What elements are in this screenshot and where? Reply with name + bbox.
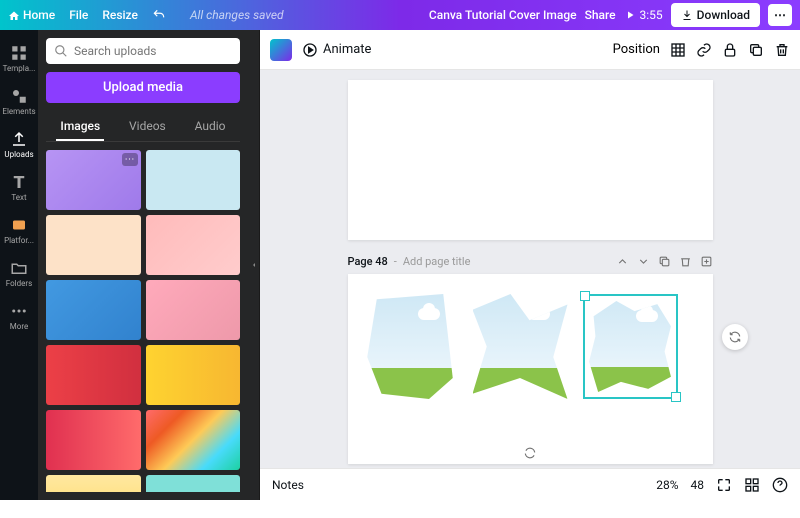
delete-page-icon[interactable] [679,255,692,268]
top-menu-bar: Home File Resize All changes saved Canva… [0,0,800,30]
download-button[interactable]: Download [671,3,760,27]
link-icon[interactable] [696,42,712,58]
upload-thumb[interactable] [46,280,141,340]
fullscreen-icon[interactable] [716,477,732,493]
upload-thumb[interactable] [146,475,241,492]
rail-templates[interactable]: Templa... [0,38,38,79]
rail-uploads[interactable]: Uploads [0,124,38,165]
canvas-page-active[interactable] [348,274,713,464]
position-button[interactable]: Position [613,42,660,57]
rail-more[interactable]: More [0,296,38,337]
present-button[interactable]: 3:55 [624,8,663,22]
zoom-level[interactable]: 28% [656,478,678,492]
image-frame-selected[interactable] [583,294,678,399]
media-tabs: Images Videos Audio [46,113,240,142]
refresh-button[interactable] [722,324,748,350]
tab-videos[interactable]: Videos [125,113,170,141]
canvas-scroll[interactable]: Page 48 - Add page title [260,70,800,468]
color-swatch[interactable] [270,39,292,61]
notes-button[interactable]: Notes [272,478,304,492]
upload-thumb[interactable] [146,345,241,405]
search-input-wrapper[interactable] [46,38,240,64]
rail-platform[interactable]: Platfor... [0,210,38,251]
upload-thumb[interactable] [146,150,241,210]
chevron-down-icon[interactable] [637,255,650,268]
uploads-grid[interactable]: ⋯ [46,150,240,492]
upload-thumb[interactable] [46,410,141,470]
canvas-toolbar: Animate Position [260,30,800,70]
save-status: All changes saved [190,8,284,22]
upload-thumb[interactable] [46,215,141,275]
tab-audio[interactable]: Audio [191,113,230,141]
image-frame[interactable] [363,294,458,399]
upload-thumb[interactable] [46,475,141,492]
image-frame[interactable] [473,294,568,399]
left-rail: Templa... Elements Uploads Text Platfor.… [0,30,38,500]
help-icon[interactable] [772,477,788,493]
chevron-up-icon[interactable] [616,255,629,268]
home-button[interactable]: Home [8,8,55,22]
tab-images[interactable]: Images [56,113,104,141]
home-label: Home [23,8,55,22]
share-button[interactable]: Share [585,8,616,22]
search-input[interactable] [74,44,232,58]
rail-elements[interactable]: Elements [0,81,38,122]
upload-thumb[interactable] [146,410,241,470]
page-number: Page 48 [348,255,388,268]
panel-collapse-button[interactable] [248,30,260,500]
rail-folders[interactable]: Folders [0,253,38,294]
footer-bar: Notes 28% 48 [260,468,800,500]
more-menu-button[interactable]: ⋯ [768,4,792,26]
upload-thumb[interactable] [46,345,141,405]
trash-icon[interactable] [774,42,790,58]
time-label: 3:55 [640,8,663,22]
upload-thumb[interactable] [146,215,241,275]
document-title[interactable]: Canva Tutorial Cover Image [429,8,577,22]
upload-thumb[interactable] [146,280,241,340]
download-label: Download [697,8,750,22]
page-count-label[interactable]: 48 [691,478,705,492]
resize-menu[interactable]: Resize [102,8,138,22]
upload-thumb[interactable]: ⋯ [46,150,141,210]
rail-text[interactable]: Text [0,167,38,208]
file-menu[interactable]: File [69,8,88,22]
duplicate-page-icon[interactable] [658,255,671,268]
animate-button[interactable]: Animate [302,42,371,58]
upload-media-button[interactable]: Upload media [46,72,240,103]
add-page-icon[interactable] [700,255,713,268]
duplicate-icon[interactable] [748,42,764,58]
uploads-panel: Upload media Images Videos Audio ⋯ [38,30,248,500]
lock-icon[interactable] [722,42,738,58]
canvas-area: Animate Position Page 48 - Add page titl… [260,30,800,500]
thumb-menu-icon[interactable]: ⋯ [122,153,138,166]
grid-view-icon[interactable] [744,477,760,493]
undo-button[interactable] [152,8,166,23]
sync-icon [523,445,537,464]
page-header: Page 48 - Add page title [348,255,713,268]
animate-icon [302,42,318,58]
canvas-page[interactable] [348,80,713,240]
transparency-icon[interactable] [670,42,686,58]
page-title-input[interactable]: Add page title [403,255,471,268]
search-icon [54,44,68,58]
